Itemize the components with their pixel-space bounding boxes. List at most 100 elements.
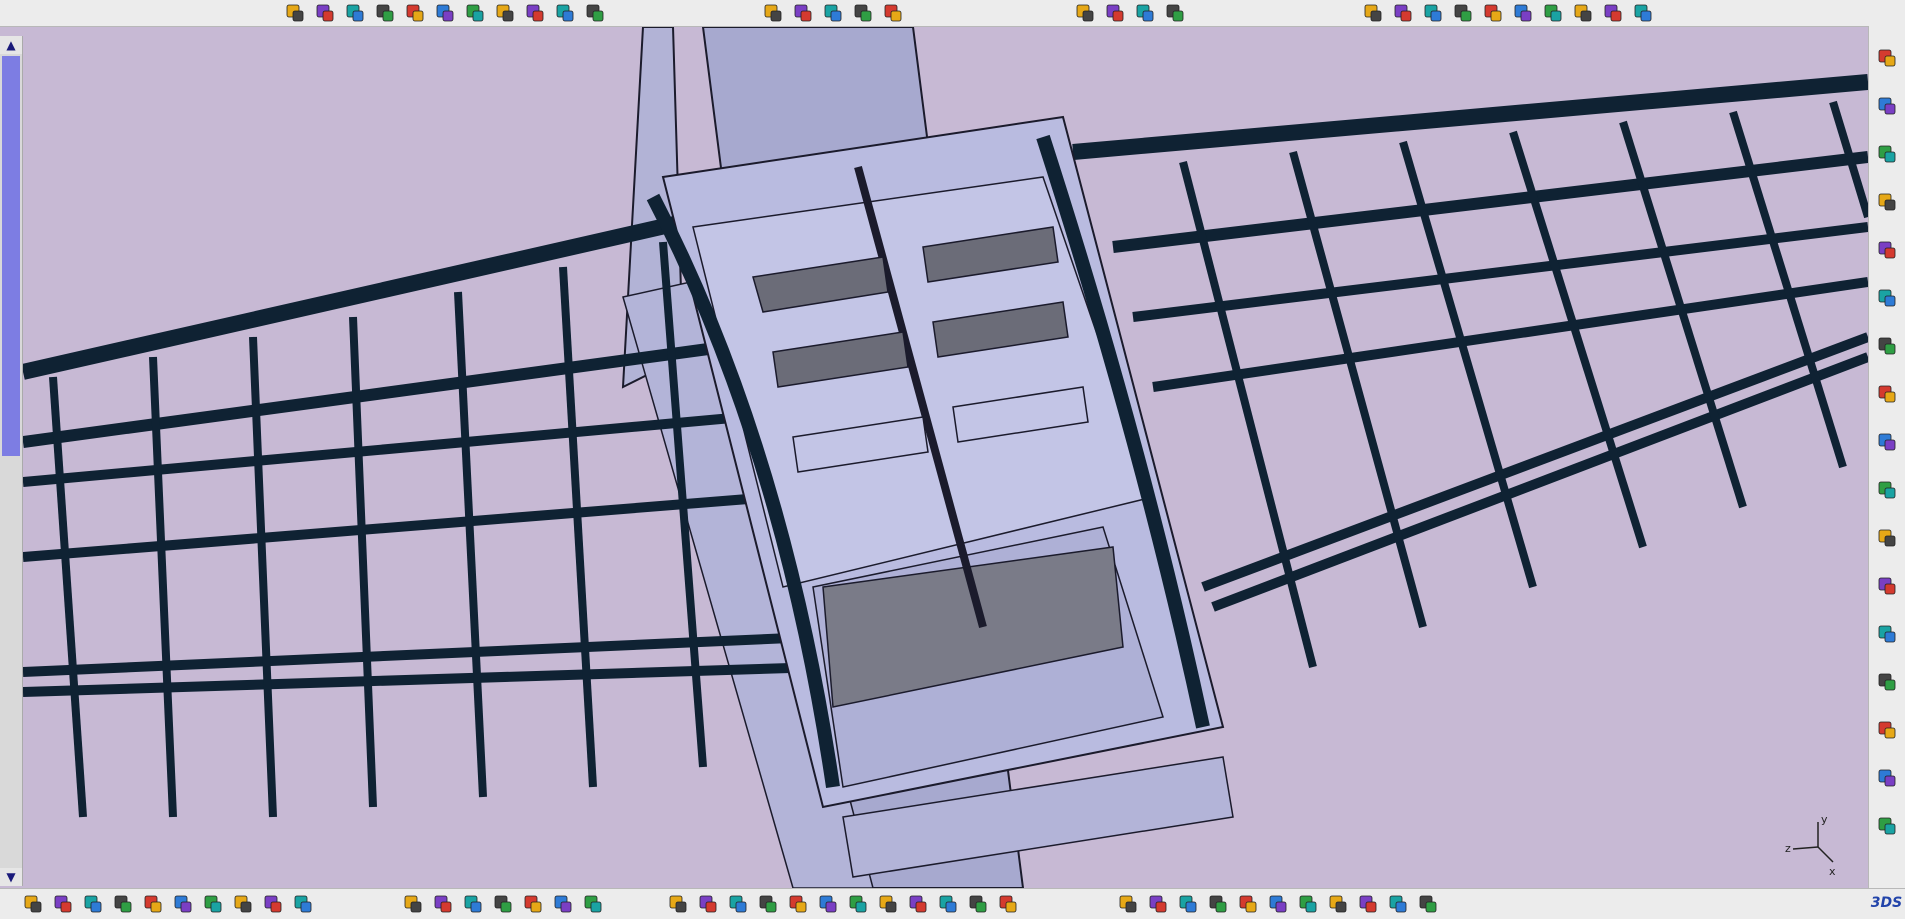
help-icon[interactable] [290, 892, 316, 916]
reorder-icon[interactable] [1874, 238, 1900, 262]
fix-icon[interactable] [1874, 622, 1900, 646]
pattern-icon[interactable] [1630, 1, 1656, 25]
quick-constraint-icon[interactable] [1874, 718, 1900, 742]
text-abc-icon[interactable] [790, 1, 816, 25]
link-icon[interactable] [1360, 1, 1386, 25]
rotate-icon[interactable] [755, 892, 781, 916]
quick-view-icon[interactable] [875, 892, 901, 916]
anchor-icon[interactable] [1480, 1, 1506, 25]
reuse-pattern-icon[interactable] [1874, 814, 1900, 838]
annotation-icon[interactable] [820, 1, 846, 25]
product-icon[interactable] [402, 1, 428, 25]
capture-icon[interactable] [1115, 892, 1141, 916]
tree-icon[interactable] [1570, 1, 1596, 25]
cut-icon[interactable] [140, 892, 166, 916]
kinematics-icon[interactable] [1102, 1, 1128, 25]
fix-together-icon[interactable] [1874, 670, 1900, 694]
bottom-toolbar [0, 888, 1905, 919]
select-arrow-icon[interactable] [1874, 286, 1900, 310]
vertical-scrollbar[interactable]: ▲ ▼ [0, 36, 23, 886]
lock-icon[interactable] [550, 892, 576, 916]
apply-material-icon[interactable] [1325, 892, 1351, 916]
normal-view-icon[interactable] [845, 892, 871, 916]
print-icon[interactable] [110, 892, 136, 916]
scroll-thumb[interactable] [2, 56, 20, 456]
cube-icon[interactable] [1390, 1, 1416, 25]
swap-icon[interactable] [1600, 1, 1626, 25]
gear-icon[interactable] [1874, 46, 1900, 70]
gear-assembly-icon[interactable] [312, 1, 338, 25]
grid-icon[interactable] [1415, 892, 1441, 916]
measure-between-icon[interactable] [1205, 892, 1231, 916]
change-constraint-icon[interactable] [1874, 766, 1900, 790]
document-icon[interactable] [1540, 1, 1566, 25]
pen-icon[interactable] [1510, 1, 1536, 25]
hide-show-icon[interactable] [935, 892, 961, 916]
pan-icon[interactable] [725, 892, 751, 916]
zoom-in-icon[interactable] [785, 892, 811, 916]
gear-config-icon[interactable] [282, 1, 308, 25]
copy-icon[interactable] [170, 892, 196, 916]
settings-icon[interactable] [582, 1, 608, 25]
sparkle-icon[interactable] [1162, 1, 1188, 25]
gear-small-icon[interactable] [342, 1, 368, 25]
color-icon[interactable] [1385, 892, 1411, 916]
right-toolbar [1868, 26, 1905, 888]
update-icon[interactable] [1145, 892, 1171, 916]
book-icon[interactable] [462, 1, 488, 25]
open-folder-icon[interactable] [50, 892, 76, 916]
law-icon[interactable] [460, 892, 486, 916]
tree-icon[interactable] [580, 892, 606, 916]
dimension-icon[interactable] [850, 1, 876, 25]
manipulate-icon[interactable] [432, 1, 458, 25]
text-icon[interactable] [492, 1, 518, 25]
contact-icon[interactable] [1874, 478, 1900, 502]
replace-icon[interactable] [1874, 94, 1900, 118]
fly-mode-icon[interactable] [665, 892, 691, 916]
toolbar-group-constraints [1360, 1, 1656, 25]
split-icon[interactable] [1175, 892, 1201, 916]
chart-icon[interactable] [552, 1, 578, 25]
flexible-icon[interactable] [1874, 190, 1900, 214]
snap-icon[interactable] [1874, 334, 1900, 358]
paste-icon[interactable] [200, 892, 226, 916]
offset-icon[interactable] [1874, 526, 1900, 550]
swap-visible-icon[interactable] [965, 892, 991, 916]
compass-icon[interactable] [1235, 892, 1261, 916]
fit-all-icon[interactable] [695, 892, 721, 916]
scroll-down-arrow[interactable]: ▼ [0, 868, 22, 886]
catalog-icon[interactable] [522, 1, 548, 25]
constraint-icon[interactable] [1874, 382, 1900, 406]
undo-icon[interactable] [230, 892, 256, 916]
3d-viewport[interactable]: z y x [23, 27, 1868, 888]
simulation-icon[interactable] [1072, 1, 1098, 25]
toolbar-group-view [665, 892, 1021, 916]
expand-icon[interactable] [520, 892, 546, 916]
render-icon[interactable] [1355, 892, 1381, 916]
shading-icon[interactable] [905, 892, 931, 916]
scroll-up-arrow[interactable]: ▲ [0, 36, 22, 54]
top-toolbar [0, 0, 1905, 27]
insert-part-icon[interactable] [372, 1, 398, 25]
table-icon[interactable] [490, 892, 516, 916]
toolbar-group-standard [20, 892, 316, 916]
clash-icon[interactable] [1132, 1, 1158, 25]
save-icon[interactable] [80, 892, 106, 916]
toolbar-group-knowledge [400, 892, 606, 916]
redo-icon[interactable] [260, 892, 286, 916]
formula-icon[interactable] [400, 892, 426, 916]
coincidence-icon[interactable] [1874, 430, 1900, 454]
material-icon[interactable] [880, 1, 906, 25]
toolbar-group-product [282, 1, 608, 25]
catalog-browser-icon[interactable] [1265, 892, 1291, 916]
assembly-icon[interactable] [1420, 1, 1446, 25]
measure-icon[interactable] [1450, 1, 1476, 25]
knowledge-icon[interactable] [430, 892, 456, 916]
multi-instantiate-icon[interactable] [1874, 142, 1900, 166]
angle-icon[interactable] [1874, 574, 1900, 598]
sketcher-icon[interactable] [1295, 892, 1321, 916]
new-file-icon[interactable] [20, 892, 46, 916]
display-icon[interactable] [995, 892, 1021, 916]
zoom-out-icon[interactable] [815, 892, 841, 916]
axis-system-icon[interactable] [760, 1, 786, 25]
